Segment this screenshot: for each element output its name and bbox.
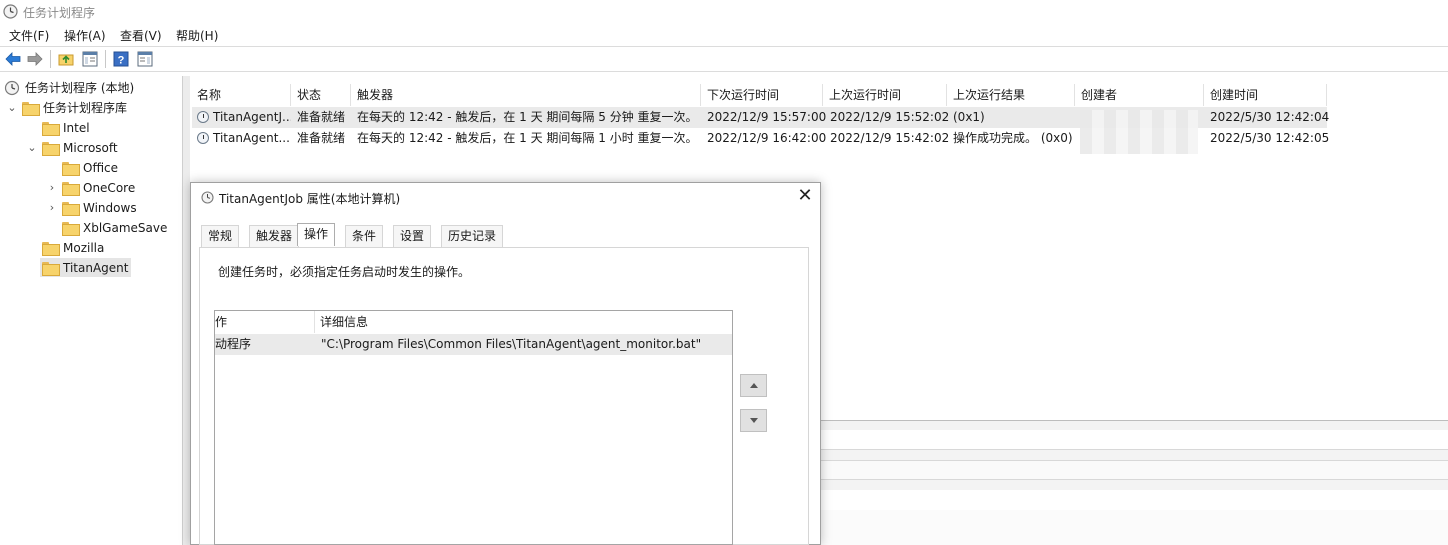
last-result-cell: (0x1) <box>953 110 985 124</box>
tree-root-task-scheduler[interactable]: 任务计划程序 (本地) <box>4 78 134 97</box>
column-header-trigger[interactable]: 触发器 <box>351 84 701 106</box>
tree-item-label: Windows <box>83 200 137 215</box>
created-cell: 2022/5/30 12:42:04 <box>1210 110 1330 124</box>
tree-item-label: 任务计划程序库 <box>43 101 128 115</box>
actions-description: 创建任务时，必须指定任务启动时发生的操作。 <box>218 265 471 279</box>
folder-icon <box>62 201 80 216</box>
trigger-cell: 在每天的 12:42 - 触发后，在 1 天 期间每隔 1 小时 重复一次。 <box>357 131 698 145</box>
trigger-cell: 在每天的 12:42 - 触发后，在 1 天 期间每隔 5 分钟 重复一次。 <box>357 110 698 124</box>
tree-item-label: Intel <box>63 120 90 135</box>
tree-item-xblgamesave[interactable]: XblGameSave <box>62 218 167 237</box>
next-run-cell: 2022/12/9 15:57:00 <box>707 110 827 124</box>
last-run-cell: 2022/12/9 15:52:02 <box>830 110 950 124</box>
move-up-button[interactable] <box>740 374 767 397</box>
toolbar <box>0 46 1448 72</box>
tree-item-microsoft[interactable]: ⌄ Microsoft <box>26 138 118 157</box>
tree-item-label: Office <box>83 160 119 175</box>
tree-item-titanagent[interactable]: TitanAgent <box>40 258 132 277</box>
column-header-created[interactable]: 创建时间 <box>1204 84 1327 106</box>
chevron-up-icon <box>749 383 758 388</box>
forward-arrow-icon[interactable] <box>26 50 44 68</box>
chevron-right-icon[interactable]: › <box>46 201 58 214</box>
move-down-button[interactable] <box>740 409 767 432</box>
tree-item-label: TitanAgent <box>63 260 129 275</box>
folder-icon <box>42 121 60 136</box>
clock-icon <box>4 80 20 95</box>
action-cell: 动程序 <box>215 337 252 351</box>
tree-item-windows[interactable]: › Windows <box>46 198 137 217</box>
menu-file[interactable]: 文件(F) <box>9 27 49 44</box>
column-header-last-run[interactable]: 上次运行时间 <box>823 84 947 106</box>
folder-icon <box>42 261 60 276</box>
menu-action[interactable]: 操作(A) <box>64 27 106 44</box>
next-run-cell: 2022/12/9 16:42:00 <box>707 131 827 145</box>
column-header-status[interactable]: 状态 <box>291 84 351 106</box>
show-hide-tree-icon[interactable] <box>81 50 99 68</box>
folder-icon <box>42 141 60 156</box>
last-run-cell: 2022/12/9 15:42:02 <box>830 131 950 145</box>
menu-help[interactable]: 帮助(H) <box>176 27 218 44</box>
tab-actions[interactable]: 操作 <box>297 223 336 246</box>
close-icon[interactable]: ✕ <box>796 187 814 205</box>
column-header-author[interactable]: 创建者 <box>1075 84 1204 106</box>
folder-icon <box>62 181 80 196</box>
folder-icon <box>42 241 60 256</box>
status-cell: 准备就绪 <box>297 131 346 145</box>
column-header-details[interactable]: 详细信息 <box>315 311 732 333</box>
menu-view[interactable]: 查看(V) <box>120 27 162 44</box>
chevron-down-icon <box>749 418 758 423</box>
clock-icon <box>197 111 209 123</box>
folder-icon <box>62 161 80 176</box>
tab-general[interactable]: 常规 <box>201 225 240 247</box>
tree-item-office[interactable]: Office <box>62 158 118 177</box>
help-icon[interactable]: ? <box>112 50 130 68</box>
status-cell: 准备就绪 <box>297 110 346 124</box>
tab-conditions[interactable]: 条件 <box>345 225 384 247</box>
redacted-author <box>1080 110 1198 154</box>
title-bar <box>0 0 1448 23</box>
clock-icon <box>201 191 214 207</box>
column-header-last-result[interactable]: 上次运行结果 <box>947 84 1075 106</box>
column-header-name[interactable]: 名称 <box>191 84 291 106</box>
column-header-next-run[interactable]: 下次运行时间 <box>701 84 823 106</box>
details-cell: "C:\Program Files\Common Files\TitanAgen… <box>321 337 702 351</box>
window-title: 任务计划程序 <box>23 6 96 20</box>
task-name-cell: TitanAgent... <box>197 128 291 148</box>
created-cell: 2022/5/30 12:42:05 <box>1210 131 1330 145</box>
tab-triggers[interactable]: 触发器 <box>249 225 300 247</box>
chevron-down-icon[interactable]: ⌄ <box>6 101 18 114</box>
tree-item-intel[interactable]: Intel <box>42 118 90 137</box>
toolbar-separator <box>105 50 106 68</box>
column-header-action[interactable]: 作 <box>215 311 315 333</box>
task-scheduler-clock-icon <box>3 4 18 19</box>
pane-splitter[interactable] <box>183 76 190 545</box>
tree-item-label: Mozilla <box>63 240 105 255</box>
task-name-cell: TitanAgentJ... <box>197 107 291 127</box>
chevron-down-icon[interactable]: ⌄ <box>26 141 38 154</box>
folder-icon <box>62 221 80 236</box>
folder-clock-icon <box>22 101 40 116</box>
tree-item-onecore[interactable]: › OneCore <box>46 178 135 197</box>
tree-item-library[interactable]: ⌄ 任务计划程序库 <box>6 98 127 117</box>
tree-item-label: XblGameSave <box>83 220 168 235</box>
back-arrow-icon[interactable] <box>4 50 22 68</box>
up-folder-icon[interactable] <box>57 50 75 68</box>
last-result-cell: 操作成功完成。 (0x0) <box>953 131 1073 145</box>
show-hide-action-pane-icon[interactable] <box>136 50 154 68</box>
tree-item-label: OneCore <box>83 180 136 195</box>
clock-icon <box>197 132 209 144</box>
tab-settings[interactable]: 设置 <box>393 225 432 247</box>
tree-root-label: 任务计划程序 (本地) <box>25 81 135 95</box>
dialog-title: TitanAgentJob 属性(本地计算机) <box>219 192 401 206</box>
toolbar-separator <box>50 50 51 68</box>
tab-history[interactable]: 历史记录 <box>441 225 504 247</box>
tree-item-mozilla[interactable]: Mozilla <box>42 238 104 257</box>
tree-item-label: Microsoft <box>63 140 118 155</box>
chevron-right-icon[interactable]: › <box>46 181 58 194</box>
svg-text:?: ? <box>118 55 125 67</box>
